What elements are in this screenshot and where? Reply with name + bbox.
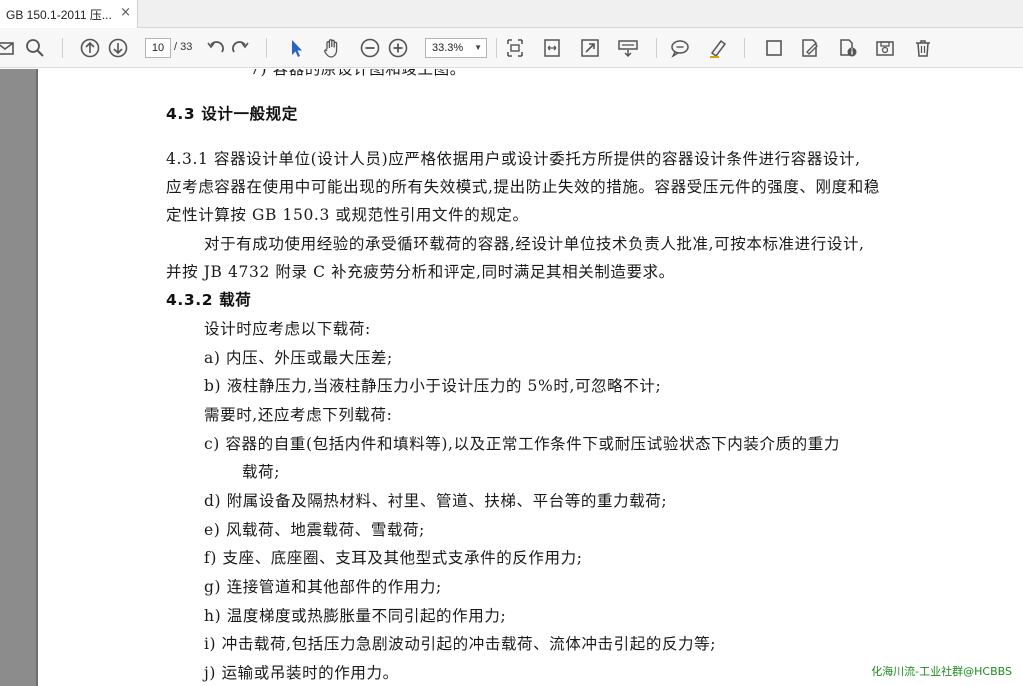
list-item: g) 连接管道和其他部件的作用力; [204, 578, 442, 596]
page-total: / 33 [174, 41, 193, 53]
tab-title: GB 150.1-2011 压... [6, 7, 112, 22]
zoom-in-icon[interactable] [386, 36, 410, 60]
fullscreen-icon[interactable] [578, 36, 602, 60]
rotate-left-icon[interactable] [204, 36, 228, 60]
list-item: h) 温度梯度或热膨胀量不同引起的作用力; [204, 607, 507, 625]
list-item: b) 液柱静压力,当液柱静压力小于设计压力的 5%时,可忽略不计; [204, 377, 662, 395]
fit-page-icon[interactable] [503, 36, 527, 60]
list-item: e) 风载荷、地震载荷、雪载荷; [204, 521, 425, 539]
toolbar-divider [266, 38, 267, 58]
rotate-right-icon[interactable] [228, 36, 252, 60]
zoom-select[interactable]: 33.3% ▼ [425, 38, 487, 58]
toolbar-divider [62, 38, 63, 58]
highlight-icon[interactable] [706, 36, 730, 60]
comment-icon[interactable] [668, 36, 692, 60]
list-item: j) 运输或吊装时的作用力。 [204, 664, 399, 682]
document-line: 需要时,还应考虑下列载荷: [204, 406, 393, 424]
section-heading: 4.3.2 载荷 [166, 291, 252, 309]
read-mode-icon[interactable] [616, 36, 640, 60]
document-line: 4.3.1 容器设计单位(设计人员)应严格依据用户或设计委托方所提供的容器设计条… [166, 150, 861, 168]
toolbar-divider [496, 38, 497, 58]
list-item: d) 附属设备及隔热材料、衬里、管道、扶梯、平台等的重力载荷; [204, 492, 668, 510]
hand-icon[interactable] [320, 36, 344, 60]
zoom-value: 33.3% [432, 42, 464, 54]
search-icon[interactable] [23, 36, 47, 60]
mail-icon[interactable] [0, 36, 18, 60]
document-line: 对于有成功使用经验的承受循环载荷的容器,经设计单位技术负责人批准,可按本标准进行… [204, 235, 865, 253]
chevron-down-icon: ▼ [474, 43, 482, 52]
document-line: 定性计算按 GB 150.3 或规范性引用文件的规定。 [166, 206, 529, 224]
list-item: f) 支座、底座圈、支耳及其他型式支承件的反作用力; [204, 549, 583, 567]
document-page: 7) 容器的原设计图和竣工图。 4.3 设计一般规定 4.3.1 容器设计单位(… [38, 69, 1023, 686]
page-number-input[interactable]: 10 [145, 38, 171, 58]
document-tab[interactable]: GB 150.1-2011 压... × [0, 0, 138, 28]
delete-icon[interactable] [911, 36, 935, 60]
document-line: 设计时应考虑以下载荷: [204, 320, 371, 338]
tab-bar: GB 150.1-2011 压... × [0, 0, 1023, 28]
list-item-continuation: 载荷; [242, 463, 281, 481]
tab-close-icon[interactable]: × [120, 6, 131, 20]
section-heading: 4.3 设计一般规定 [166, 105, 298, 123]
list-item: a) 内压、外压或最大压差; [204, 349, 393, 367]
document-line: 并按 JB 4732 附录 C 补充疲劳分析和评定,同时满足其相关制造要求。 [166, 263, 675, 281]
rectangle-icon[interactable] [762, 36, 786, 60]
zoom-out-icon[interactable] [358, 36, 382, 60]
watermark: 化海川流-工业社群@HCBBS [868, 662, 1015, 680]
select-cursor-icon[interactable] [284, 36, 308, 60]
save-icon[interactable] [873, 36, 897, 60]
next-page-icon[interactable] [106, 36, 130, 60]
document-line: 应考虑容器在使用中可能出现的所有失效模式,提出防止失效的措施。容器受压元件的强度… [166, 178, 880, 196]
fit-width-icon[interactable] [540, 36, 564, 60]
list-item: i) 冲击载荷,包括压力急剧波动引起的冲击载荷、流体冲击引起的反力等; [204, 635, 717, 653]
page-gutter [0, 69, 36, 686]
toolbar-divider [744, 38, 745, 58]
prev-page-icon[interactable] [78, 36, 102, 60]
document-info-icon[interactable] [836, 36, 860, 60]
toolbar-divider [656, 38, 657, 58]
sign-icon[interactable] [798, 36, 822, 60]
toolbar: 10 / 33 33.3% ▼ [0, 28, 1023, 68]
document-line: 7) 容器的原设计图和竣工图。 [250, 69, 466, 78]
list-item: c) 容器的自重(包括内件和填料等),以及正常工作条件下或耐压试验状态下内装介质… [204, 435, 840, 453]
